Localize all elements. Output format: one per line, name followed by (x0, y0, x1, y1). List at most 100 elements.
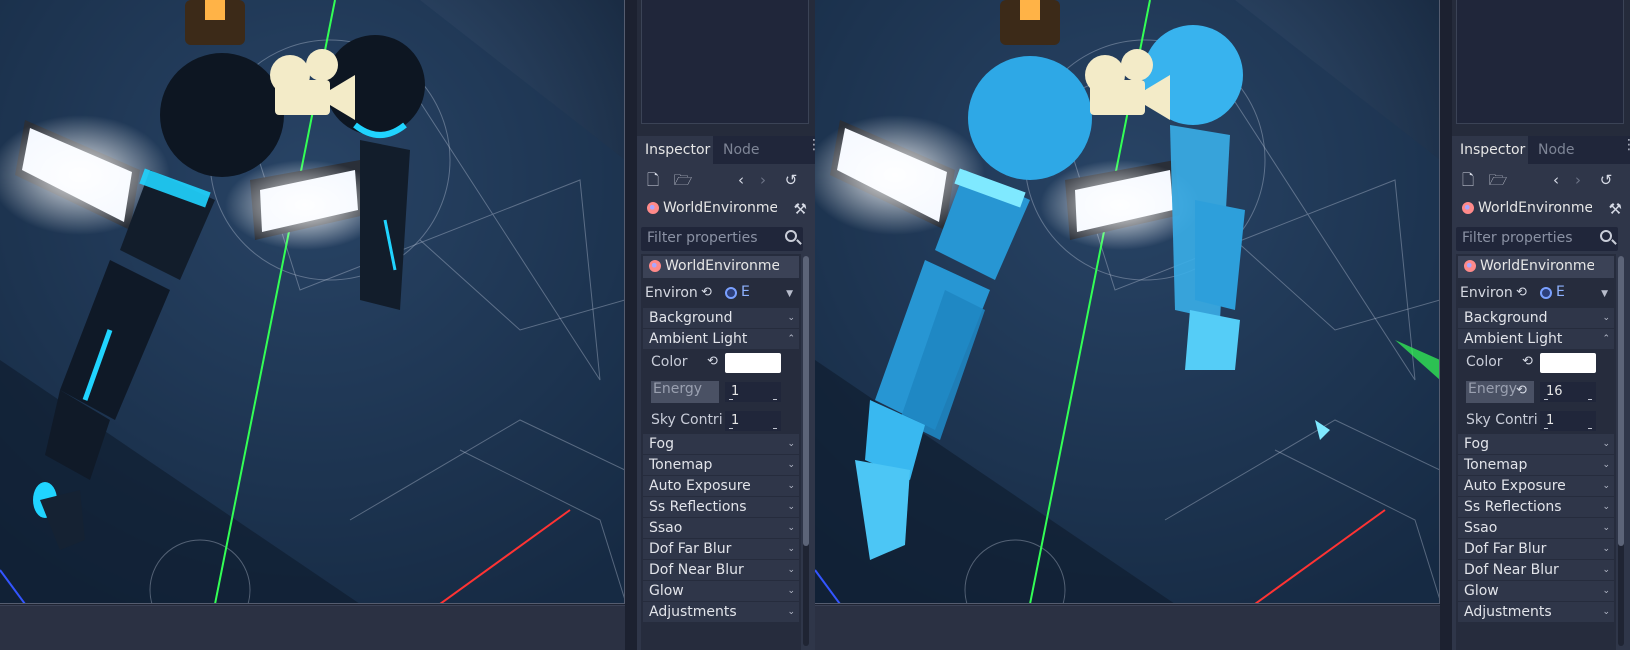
open-resource-icon[interactable]: 🗁 (673, 170, 693, 190)
chevron-down-icon: ⌄ (787, 565, 795, 575)
section-dof-near-blur[interactable]: Dof Near Blur ⌄ (1458, 560, 1614, 580)
environment-label: Environ (645, 285, 698, 301)
scrollbar-thumb[interactable] (803, 256, 809, 546)
history-icon[interactable]: ↺ (781, 170, 801, 190)
scrollbar-thumb[interactable] (1618, 256, 1624, 546)
section-label: Fog (1464, 436, 1490, 452)
section-adjustments[interactable]: Adjustments ⌄ (643, 602, 799, 622)
ambient-color-property: Color ⟲ (1464, 350, 1614, 376)
section-dof-far-blur[interactable]: Dof Far Blur ⌄ (643, 539, 799, 559)
reset-revert-icon[interactable]: ⟲ (1516, 383, 1527, 398)
section-adjustments[interactable]: Adjustments ⌄ (1458, 602, 1614, 622)
3d-viewport[interactable] (815, 0, 1440, 604)
section-ss-reflections[interactable]: Ss Reflections ⌄ (1458, 497, 1614, 517)
new-resource-icon[interactable]: 🗋 (1458, 170, 1478, 190)
history-icon[interactable]: ↺ (1596, 170, 1616, 190)
sky-contribution-input[interactable]: 1 (725, 411, 781, 431)
section-ssao[interactable]: Ssao ⌄ (1458, 518, 1614, 538)
section-label: Adjustments (649, 604, 737, 620)
section-label: Ss Reflections (649, 499, 747, 515)
filter-placeholder: Filter properties (647, 230, 758, 246)
tab-inspector[interactable]: Inspector (637, 136, 713, 164)
sky-contribution-label: Sky Contri (651, 412, 723, 428)
environment-resource-picker[interactable]: E ▼ (723, 284, 797, 304)
chevron-down-icon: ⌄ (787, 607, 795, 617)
color-picker-swatch[interactable] (725, 353, 781, 373)
section-fog[interactable]: Fog ⌄ (643, 434, 799, 454)
tab-node[interactable]: Node (715, 136, 768, 164)
sky-contribution-input[interactable]: 1 (1540, 411, 1596, 431)
back-arrow-icon[interactable]: ‹ (1546, 170, 1566, 190)
3d-viewport[interactable] (0, 0, 625, 604)
section-dof-far-blur[interactable]: Dof Far Blur ⌄ (1458, 539, 1614, 559)
chevron-down-icon: ⌄ (1602, 586, 1610, 596)
section-label: Auto Exposure (1464, 478, 1566, 494)
reset-revert-icon[interactable]: ⟲ (701, 285, 712, 300)
section-glow[interactable]: Glow ⌄ (643, 581, 799, 601)
section-auto-exposure[interactable]: Auto Exposure ⌄ (643, 476, 799, 496)
chevron-down-icon: ⌄ (1602, 565, 1610, 575)
environment-resource-picker[interactable]: E ▼ (1538, 284, 1612, 304)
section-background[interactable]: Background ⌄ (643, 308, 799, 328)
inspector-scrollbar[interactable] (803, 256, 809, 646)
forward-arrow-icon[interactable]: › (1568, 170, 1588, 190)
chevron-down-icon: ⌄ (787, 586, 795, 596)
section-label: Fog (649, 436, 675, 452)
energy-input[interactable]: 16 (1540, 382, 1596, 402)
open-resource-icon[interactable]: 🗁 (1488, 170, 1508, 190)
section-background[interactable]: Background ⌄ (1458, 308, 1614, 328)
section-ambient-light[interactable]: Ambient Light ⌃ (643, 329, 799, 349)
object-selector[interactable]: WorldEnvironme ⚒ (641, 198, 811, 222)
kebab-menu-icon[interactable]: ⋮ (807, 138, 821, 158)
reset-revert-icon[interactable]: ⟲ (707, 354, 718, 369)
object-tools-icon[interactable]: ⚒ (1609, 200, 1622, 218)
world-environment-icon (649, 260, 661, 272)
new-resource-icon[interactable]: 🗋 (643, 170, 663, 190)
dock-tabs: Inspector Node ⋮ (1452, 136, 1630, 164)
section-label: Dof Far Blur (649, 541, 732, 557)
ambient-color-property: Color ⟲ (649, 350, 799, 376)
object-header[interactable]: WorldEnvironment (643, 256, 799, 278)
environment-label: Environ (1460, 285, 1513, 301)
filter-properties-input[interactable]: Filter properties (1456, 227, 1618, 251)
object-header[interactable]: WorldEnvironment (1458, 256, 1614, 278)
chevron-down-icon[interactable]: ▼ (786, 289, 793, 299)
reset-revert-icon[interactable]: ⟲ (1522, 354, 1533, 369)
section-dof-near-blur[interactable]: Dof Near Blur ⌄ (643, 560, 799, 580)
viewport-scene (815, 0, 1439, 603)
dock-separator[interactable] (1440, 0, 1452, 650)
chevron-down-icon[interactable]: ▼ (1601, 289, 1608, 299)
section-auto-exposure[interactable]: Auto Exposure ⌄ (1458, 476, 1614, 496)
dock-separator[interactable] (625, 0, 637, 650)
section-ss-reflections[interactable]: Ss Reflections ⌄ (643, 497, 799, 517)
chevron-down-icon: ⌄ (1602, 439, 1610, 449)
section-ambient-light[interactable]: Ambient Light ⌃ (1458, 329, 1614, 349)
object-selector[interactable]: WorldEnvironme ⚒ (1456, 198, 1626, 222)
viewport-bottom-bar (815, 605, 1440, 650)
color-picker-swatch[interactable] (1540, 353, 1596, 373)
energy-input[interactable]: 1 (725, 382, 781, 402)
environment-property: Environ ⟲ E ▼ (643, 282, 799, 306)
section-label: Glow (1464, 583, 1499, 599)
dock-tabs: Inspector Node ⋮ (637, 136, 821, 164)
section-tonemap[interactable]: Tonemap ⌄ (1458, 455, 1614, 475)
chevron-up-icon: ⌃ (1602, 334, 1610, 344)
reset-revert-icon[interactable]: ⟲ (1516, 285, 1527, 300)
section-ssao[interactable]: Ssao ⌄ (643, 518, 799, 538)
section-label: Tonemap (649, 457, 713, 473)
object-tools-icon[interactable]: ⚒ (794, 200, 807, 218)
inspector-scrollbar[interactable] (1618, 256, 1624, 646)
section-tonemap[interactable]: Tonemap ⌄ (643, 455, 799, 475)
kebab-menu-icon[interactable]: ⋮ (1622, 138, 1630, 158)
section-glow[interactable]: Glow ⌄ (1458, 581, 1614, 601)
right-dock: Inspector Node ⋮ 🗋 🗁 ‹ › ↺ WorldEnvironm… (1452, 0, 1630, 650)
forward-arrow-icon[interactable]: › (753, 170, 773, 190)
filter-properties-input[interactable]: Filter properties (641, 227, 803, 251)
chevron-down-icon: ⌄ (1602, 607, 1610, 617)
chevron-down-icon: ⌄ (787, 460, 795, 470)
section-fog[interactable]: Fog ⌄ (1458, 434, 1614, 454)
tab-node[interactable]: Node (1530, 136, 1583, 164)
back-arrow-icon[interactable]: ‹ (731, 170, 751, 190)
tab-inspector[interactable]: Inspector (1452, 136, 1528, 164)
scene-dock (641, 0, 809, 124)
